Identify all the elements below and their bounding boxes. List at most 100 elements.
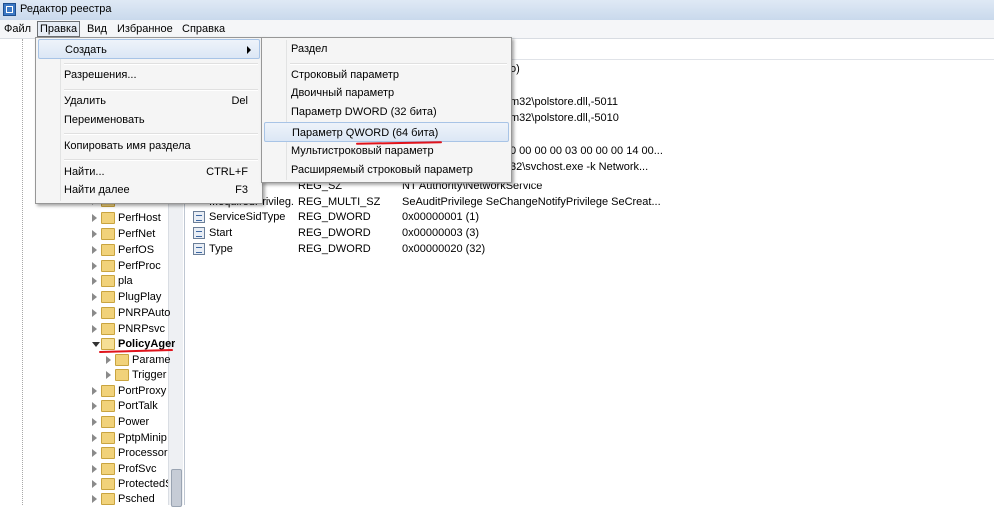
- expand-arrow-icon[interactable]: [92, 449, 97, 457]
- menu-item-delete[interactable]: Удалить Del: [38, 91, 260, 111]
- value-data: 0x00000001 (1): [402, 211, 480, 223]
- menu-item-rename[interactable]: Переименовать: [38, 110, 260, 130]
- shortcut-label: Del: [231, 95, 248, 107]
- value-type-partial: REG_MULTI_SZ: [298, 196, 381, 208]
- expand-arrow-icon[interactable]: [92, 387, 97, 395]
- folder-icon: [115, 354, 129, 366]
- expand-arrow-icon[interactable]: [92, 262, 97, 270]
- expand-arrow-icon[interactable]: [92, 214, 97, 222]
- expand-arrow-icon[interactable]: [92, 465, 97, 473]
- collapse-arrow-icon[interactable]: [92, 342, 100, 347]
- folder-icon: [101, 493, 115, 505]
- tree-item-label: Processor: [118, 447, 168, 459]
- folder-icon: [101, 463, 115, 475]
- menu-item-label: Копировать имя раздела: [64, 140, 191, 152]
- expand-arrow-icon[interactable]: [92, 402, 97, 410]
- folder-icon: [101, 291, 115, 303]
- folder-icon: [101, 260, 115, 272]
- menu-file[interactable]: Файл: [2, 22, 33, 36]
- tree-item-label: PNRPsvc: [118, 323, 166, 335]
- menu-item-label: Расширяемый строковый параметр: [291, 164, 473, 176]
- menu-help[interactable]: Справка: [180, 22, 227, 36]
- folder-icon: [101, 244, 115, 256]
- folder-icon: [101, 416, 115, 428]
- folder-open-icon: [101, 338, 115, 350]
- tree-item-label: PerfHost: [118, 212, 161, 224]
- submenu-item-key[interactable]: Раздел: [264, 39, 509, 59]
- tree-item-label: PNRPAuto: [118, 307, 171, 319]
- menu-item-label: Двоичный параметр: [291, 87, 395, 99]
- expand-arrow-icon[interactable]: [92, 293, 97, 301]
- submenu-item-string-value[interactable]: Строковый параметр: [264, 65, 509, 85]
- submenu-item-qword-value[interactable]: Параметр QWORD (64 бита): [264, 122, 509, 142]
- menu-item-copy-key-name[interactable]: Копировать имя раздела: [38, 136, 260, 156]
- expand-arrow-icon[interactable]: [92, 325, 97, 333]
- expand-arrow-icon[interactable]: [106, 356, 111, 364]
- folder-icon: [101, 212, 115, 224]
- tree-item-label: Parame: [132, 354, 171, 366]
- edit-menu: Создать Разрешения... Удалить Del Переим…: [35, 37, 263, 204]
- menu-separator: [64, 133, 258, 135]
- tree-item-label: ProtectedS: [118, 478, 168, 490]
- folder-icon: [101, 228, 115, 240]
- tree-item-label: pla: [118, 275, 133, 287]
- expand-arrow-icon[interactable]: [92, 309, 97, 317]
- menu-item-create[interactable]: Создать: [38, 39, 260, 59]
- folder-icon: [101, 400, 115, 412]
- tree-item-label: PerfProc: [118, 260, 161, 272]
- window-title: Редактор реестра: [20, 3, 112, 15]
- submenu-item-binary-value[interactable]: Двоичный параметр: [264, 83, 509, 103]
- scrollbar-thumb[interactable]: [171, 469, 182, 507]
- tree-item-label: Trigger: [132, 369, 167, 381]
- menu-edit[interactable]: Правка: [37, 21, 81, 37]
- menu-separator: [64, 159, 258, 161]
- expand-arrow-icon[interactable]: [92, 480, 97, 488]
- value-name: Start: [209, 227, 233, 239]
- folder-icon: [101, 307, 115, 319]
- value-data-partial: m32\polstore.dll,-5011: [510, 96, 619, 108]
- reg-dword-icon: [193, 227, 205, 239]
- menu-item-label: Параметр DWORD (32 бита): [291, 106, 437, 118]
- value-type: REG_DWORD: [298, 243, 371, 255]
- folder-icon: [101, 432, 115, 444]
- value-data-partial: 32\svchost.exe -k Network...: [510, 161, 649, 173]
- reg-dword-icon: [193, 211, 205, 223]
- menu-item-find-next[interactable]: Найти далее F3: [38, 180, 260, 200]
- folder-icon: [101, 447, 115, 459]
- expand-arrow-icon[interactable]: [92, 418, 97, 426]
- menu-favorites[interactable]: Избранное: [115, 22, 175, 36]
- expand-arrow-icon[interactable]: [92, 277, 97, 285]
- value-name: Type: [209, 243, 233, 255]
- tree-item-label: Power: [118, 416, 150, 428]
- menu-item-label: Создать: [65, 44, 107, 56]
- value-data: 0x00000003 (3): [402, 227, 480, 239]
- submenu-item-expandable-string-value[interactable]: Расширяемый строковый параметр: [264, 160, 509, 180]
- tree-item-label: PlugPlay: [118, 291, 162, 303]
- expand-arrow-icon[interactable]: [92, 495, 97, 503]
- expand-arrow-icon[interactable]: [92, 246, 97, 254]
- folder-icon: [101, 323, 115, 335]
- expand-arrow-icon[interactable]: [92, 230, 97, 238]
- expand-arrow-icon[interactable]: [92, 434, 97, 442]
- tree-item-label: ProfSvc: [118, 463, 157, 475]
- expand-arrow-icon[interactable]: [106, 371, 111, 379]
- value-data-partial: m32\polstore.dll,-5010: [510, 112, 619, 124]
- menu-item-label: Найти...: [64, 166, 105, 178]
- menu-view[interactable]: Вид: [85, 22, 109, 36]
- registry-editor-icon: [3, 3, 16, 16]
- menu-item-find[interactable]: Найти... CTRL+F: [38, 162, 260, 182]
- menu-item-permissions[interactable]: Разрешения...: [38, 65, 260, 85]
- tree-item-label: PptpMinip: [118, 432, 167, 444]
- folder-icon: [115, 369, 129, 381]
- value-data-partial: SeAuditPrivilege SeChangeNotifyPrivilege…: [402, 196, 661, 208]
- folder-icon: [101, 385, 115, 397]
- reg-dword-icon: [193, 243, 205, 255]
- submenu-item-dword-value[interactable]: Параметр DWORD (32 бита): [264, 102, 509, 122]
- create-submenu: Раздел Строковый параметр Двоичный парам…: [261, 37, 512, 183]
- folder-icon: [101, 478, 115, 490]
- menu-item-label: Параметр QWORD (64 бита): [292, 127, 439, 139]
- menu-item-label: Найти далее: [64, 184, 130, 196]
- value-name: ServiceSidType: [209, 211, 286, 223]
- tree-item-label: PortTalk: [118, 400, 158, 412]
- menu-item-label: Переименовать: [64, 114, 145, 126]
